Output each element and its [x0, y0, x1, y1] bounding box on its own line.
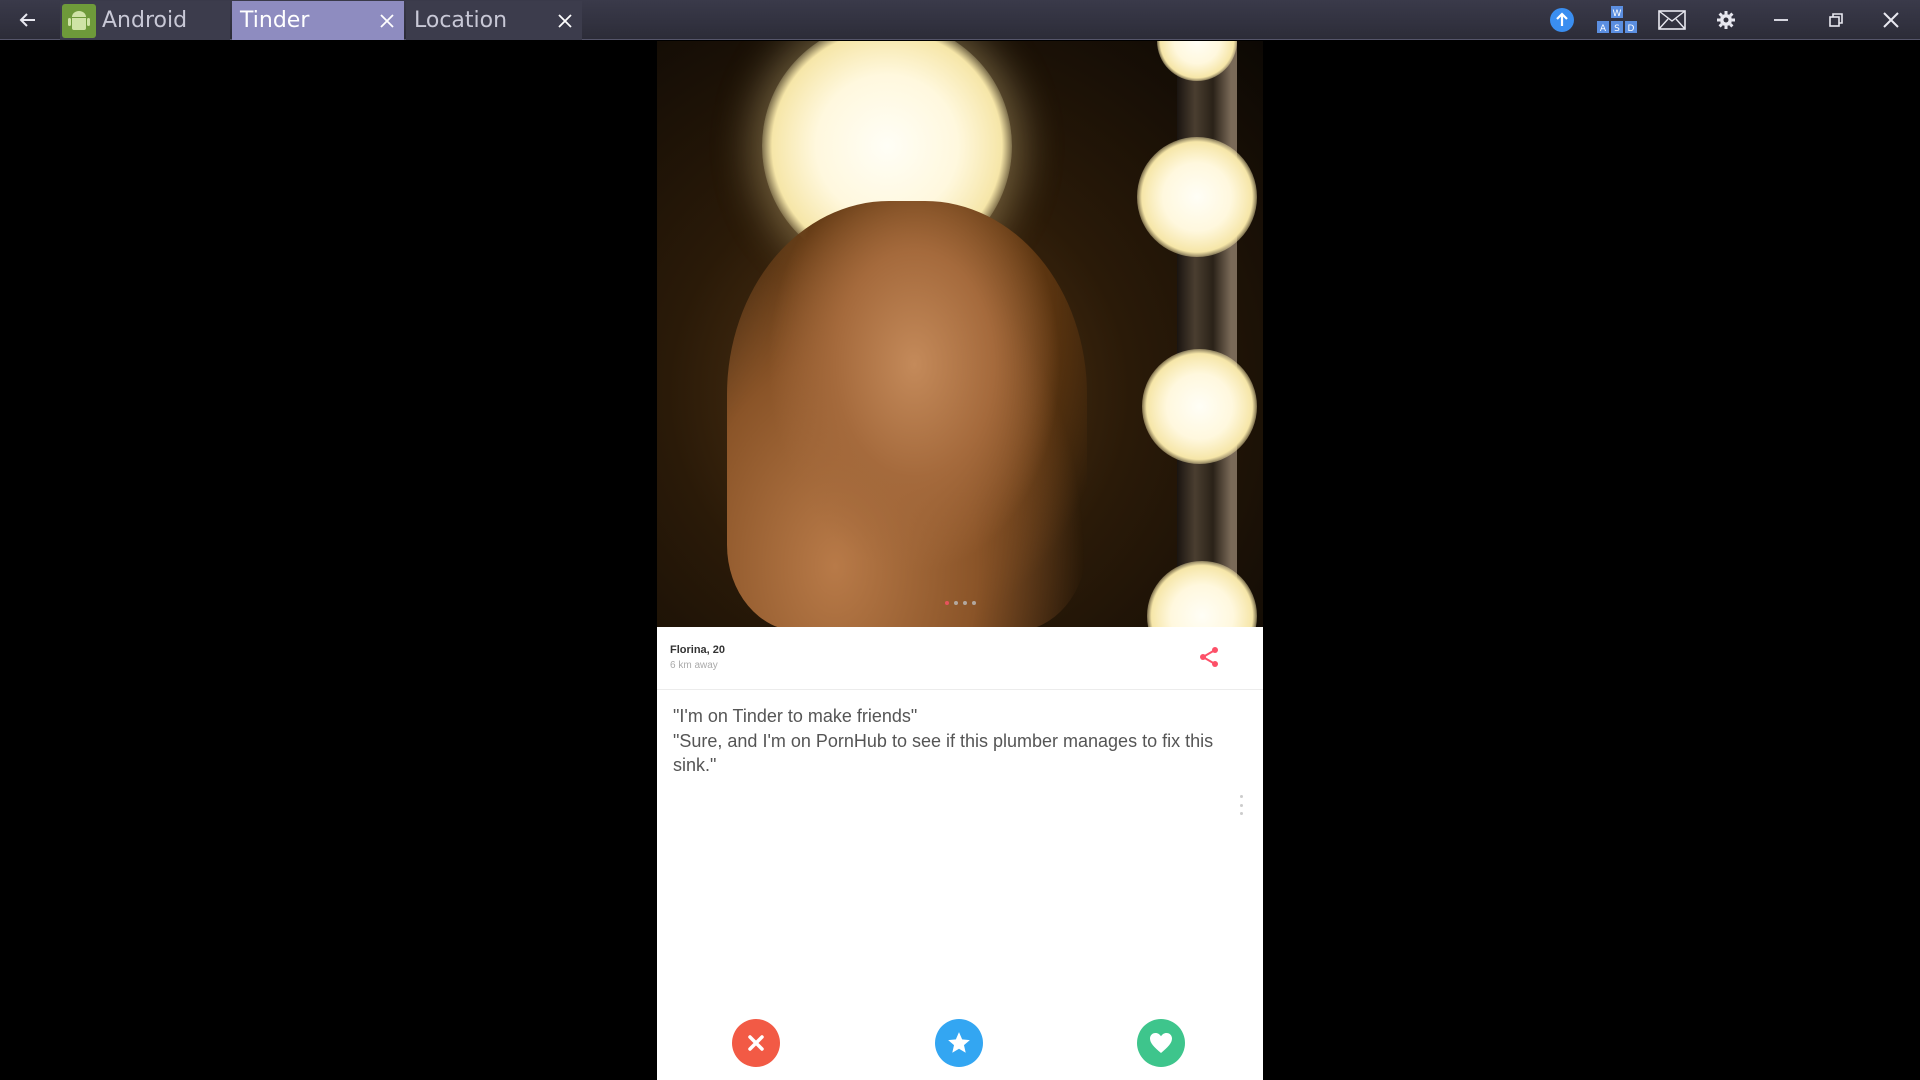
- lamp: [1137, 137, 1257, 257]
- more-dot: [1239, 803, 1243, 807]
- title-bar: Android Tinder Location W A S D: [0, 0, 1920, 40]
- settings-button[interactable]: [1706, 4, 1746, 36]
- close-icon: [380, 14, 394, 28]
- star-icon: [948, 1032, 970, 1053]
- tab-android[interactable]: Android: [60, 1, 230, 40]
- bio-line: "I'm on Tinder to make friends": [673, 706, 918, 726]
- profile-distance: 6 km away: [670, 660, 718, 671]
- x-icon: [748, 1035, 764, 1051]
- upload-icon: [1550, 8, 1574, 32]
- super-like-button[interactable]: [935, 1019, 983, 1067]
- more-options-button[interactable]: [1236, 793, 1246, 817]
- gear-icon: [1717, 11, 1735, 29]
- like-button[interactable]: [1137, 1019, 1185, 1067]
- close-window-button[interactable]: [1871, 4, 1911, 36]
- restore-button[interactable]: [1816, 4, 1856, 36]
- profile-bio: "I'm on Tinder to make friends" "Sure, a…: [673, 704, 1233, 778]
- key-w: W: [1613, 9, 1622, 19]
- tab-close-button[interactable]: [376, 10, 398, 32]
- profile-name: Florina, 20: [670, 644, 726, 656]
- upload-button[interactable]: [1542, 4, 1582, 36]
- more-dot: [1239, 812, 1243, 815]
- back-button[interactable]: [0, 0, 56, 40]
- share-icon: [1200, 647, 1218, 667]
- heart-icon: [1150, 1033, 1172, 1053]
- tab-tinder[interactable]: Tinder: [232, 1, 404, 40]
- keyboard-mapping-button[interactable]: W A S D: [1594, 4, 1640, 36]
- tinder-profile-view: Florina, 20 6 km away: [657, 41, 1263, 1080]
- profile-header: Florina, 20 6 km away: [657, 627, 1263, 690]
- photo-dot: [963, 601, 967, 605]
- lamp: [1142, 349, 1257, 464]
- tab-label: Location: [414, 8, 508, 33]
- minimize-button[interactable]: [1761, 4, 1801, 36]
- photo-indicator: [945, 601, 976, 605]
- close-icon: [558, 14, 572, 28]
- share-button[interactable]: [1195, 643, 1223, 671]
- more-dot: [1239, 795, 1243, 798]
- nope-button[interactable]: [732, 1019, 780, 1067]
- tab-close-button[interactable]: [554, 10, 576, 32]
- android-icon: [62, 3, 96, 38]
- mail-icon: [1658, 10, 1686, 30]
- photo-dot: [972, 601, 976, 605]
- profile-photo[interactable]: [657, 41, 1263, 627]
- photo-dot: [945, 601, 949, 605]
- tab-label: Android: [102, 8, 188, 33]
- restore-icon: [1829, 13, 1843, 27]
- key-s: S: [1614, 24, 1620, 34]
- photo-dot: [954, 601, 958, 605]
- bio-line: "Sure, and I'm on PornHub to see if this…: [673, 730, 1214, 776]
- key-a: A: [1600, 24, 1607, 34]
- back-arrow-icon: [19, 13, 35, 27]
- keyboard-wasd-icon: W A S D: [1597, 6, 1637, 34]
- tab-location[interactable]: Location: [406, 1, 582, 40]
- key-d: D: [1628, 24, 1635, 34]
- mail-button[interactable]: [1652, 4, 1692, 36]
- close-icon: [1883, 12, 1899, 28]
- mirror-frame: [1177, 41, 1237, 627]
- minimize-icon: [1774, 19, 1788, 21]
- tab-label: Tinder: [240, 8, 310, 33]
- person-figure: [727, 201, 1087, 627]
- lamp: [1147, 561, 1257, 627]
